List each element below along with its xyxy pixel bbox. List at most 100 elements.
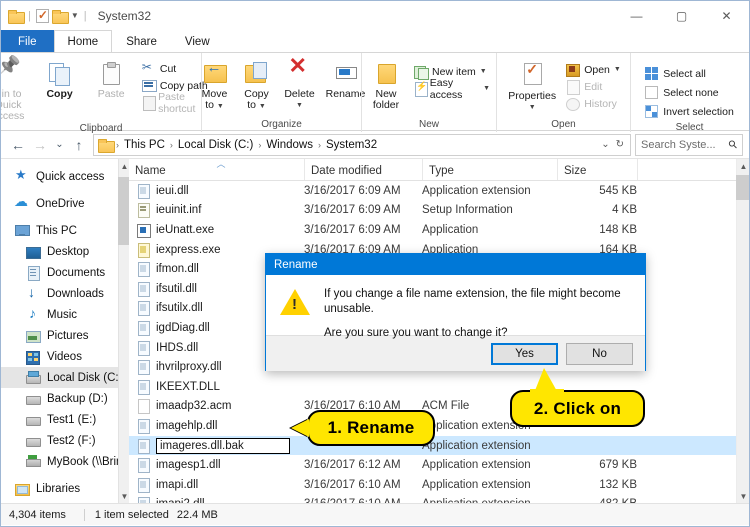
list-scroll-down-icon[interactable]: ▼ [737, 489, 749, 503]
recent-locations-button[interactable]: ⌄ [51, 134, 68, 156]
pin-to-quick-access-button[interactable]: Pin to Quick access [0, 59, 33, 122]
copy-to-button[interactable]: Copy to ▼ [237, 59, 277, 112]
open-caret-icon[interactable]: ▼ [614, 66, 621, 73]
breadcrumb-windows[interactable]: Windows [264, 139, 315, 151]
tab-home[interactable]: Home [54, 30, 113, 52]
easy-access-button[interactable]: Easy access ▼ [412, 80, 492, 97]
list-scroll-thumb[interactable] [736, 175, 749, 200]
open-button[interactable]: Open ▼ [564, 61, 623, 78]
table-row[interactable]: IKEEXT.DLL [129, 377, 749, 397]
list-scroll-up-icon[interactable]: ▲ [737, 159, 749, 173]
select-none-button[interactable]: Select none [643, 83, 736, 102]
properties-button[interactable]: Properties ▼ [504, 59, 560, 113]
column-header-date-modified[interactable]: Date modified [304, 159, 422, 180]
file-name: ifmon.dll [156, 263, 199, 275]
nav-scroll-up-icon[interactable]: ▲ [119, 159, 129, 173]
qat-divider: | [26, 10, 33, 22]
new-folder-icon[interactable] [52, 10, 67, 22]
sidebar-item-mybook-network[interactable]: MyBook (\\Brink [1, 451, 129, 472]
delete-label: Delete [284, 89, 314, 100]
column-header-size[interactable]: Size [557, 159, 637, 180]
table-row[interactable]: ieui.dll 3/16/2017 6:09 AM Application e… [129, 181, 749, 201]
sidebar-item-desktop[interactable]: Desktop [1, 241, 129, 262]
sidebar-item-this-pc[interactable]: This PC [1, 220, 129, 241]
breadcrumb-local-disk[interactable]: Local Disk (C:) [176, 139, 255, 151]
list-scrollbar[interactable]: ▲ ▼ [736, 159, 749, 503]
copy-button[interactable]: Copy [35, 59, 85, 100]
up-button[interactable]: ↑ [68, 134, 90, 156]
callout-tail-left-icon [291, 419, 309, 437]
tab-view[interactable]: View [171, 30, 224, 52]
table-row[interactable]: imagesp1.dll 3/16/2017 6:12 AM Applicati… [129, 455, 749, 475]
address-path-box[interactable]: › This PC › Local Disk (C:) › Windows › … [93, 134, 631, 156]
sidebar-item-music[interactable]: Music [1, 304, 129, 325]
invert-selection-button[interactable]: Invert selection [643, 102, 736, 121]
search-input[interactable]: Search Syste... ⚲ [635, 134, 743, 156]
file-name-cell: imaadp32.acm [129, 399, 304, 413]
table-row[interactable]: ieUnatt.exe 3/16/2017 6:09 AM Applicatio… [129, 220, 749, 240]
move-to-button[interactable]: Move to ▼ [195, 59, 235, 112]
sidebar-item-local-disk-c[interactable]: Local Disk (C:) [1, 367, 129, 388]
sidebar-item-test1-e[interactable]: Test1 (E:) [1, 409, 129, 430]
back-button[interactable]: ← [7, 134, 29, 156]
yes-button[interactable]: Yes [491, 343, 558, 365]
table-row-selected[interactable]: imageres.dll.bak Application extension [129, 436, 749, 456]
nav-scroll-down-icon[interactable]: ▼ [119, 489, 129, 503]
address-dropdown-icon[interactable]: ⌄ [601, 139, 609, 150]
table-row[interactable]: imapi.dll 3/16/2017 6:10 AM Application … [129, 475, 749, 495]
sidebar-label: Quick access [36, 171, 104, 183]
column-header-type[interactable]: Type [422, 159, 557, 180]
sidebar-item-quick-access[interactable]: Quick access [1, 166, 129, 187]
properties-icon[interactable] [36, 9, 49, 23]
nav-scroll-thumb[interactable] [118, 177, 129, 245]
nav-scrollbar[interactable]: ▲ ▼ [118, 159, 129, 503]
tab-file[interactable]: File [1, 30, 54, 52]
sidebar-item-backup-d[interactable]: Backup (D:) [1, 388, 129, 409]
sidebar-label: Videos [47, 351, 82, 363]
select-none-icon [645, 86, 659, 100]
tab-share[interactable]: Share [112, 30, 171, 52]
paste-button[interactable]: Paste [86, 59, 136, 100]
delete-caret-icon[interactable]: ▼ [296, 100, 303, 111]
breadcrumb-system32[interactable]: System32 [324, 139, 379, 151]
table-row[interactable]: imagehlp.dll 3/16/2017 6:11 AM Applicati… [129, 416, 749, 436]
callout-click-label: 2. Click on [534, 399, 621, 419]
select-all-button[interactable]: Select all [643, 64, 736, 83]
customize-qat-caret-icon[interactable]: ▼ [71, 11, 79, 20]
dll-file-icon [137, 458, 150, 472]
easy-access-caret-icon[interactable]: ▼ [483, 85, 490, 92]
file-name: imagesp1.dll [156, 459, 221, 471]
new-item-caret-icon[interactable]: ▼ [480, 68, 487, 75]
sidebar-item-libraries[interactable]: Libraries [1, 478, 129, 499]
rename-input[interactable]: imageres.dll.bak [156, 438, 290, 454]
properties-caret-icon[interactable]: ▼ [529, 102, 536, 113]
refresh-icon[interactable]: ↻ [616, 139, 624, 150]
desktop-icon [26, 245, 40, 259]
column-header-name[interactable]: ︿ Name [129, 159, 304, 180]
minimize-button[interactable]: — [614, 1, 659, 30]
close-button[interactable]: ✕ [704, 1, 749, 30]
sidebar-item-downloads[interactable]: Downloads [1, 283, 129, 304]
forward-button[interactable]: → [29, 134, 51, 156]
maximize-button[interactable]: ▢ [659, 1, 704, 30]
dialog-message-line2: Are you sure you want to change it? [324, 326, 631, 341]
table-row[interactable]: imaadp32.acm 3/16/2017 6:10 AM ACM File [129, 397, 749, 417]
sidebar-item-documents[interactable]: Documents [1, 262, 129, 283]
column-label: Type [429, 165, 454, 177]
edit-button[interactable]: Edit [564, 78, 623, 95]
breadcrumb-this-pc[interactable]: This PC [122, 139, 167, 151]
file-name-cell: imageres.dll.bak [129, 438, 304, 454]
sidebar-label: MyBook (\\Brink [47, 456, 128, 468]
delete-button[interactable]: Delete ▼ [279, 59, 321, 111]
history-button[interactable]: History [564, 95, 623, 112]
new-folder-button[interactable]: New folder [366, 59, 406, 111]
file-name: iexpress.exe [156, 244, 221, 256]
sidebar-item-onedrive[interactable]: OneDrive [1, 193, 129, 214]
sidebar-item-test2-f[interactable]: Test2 (F:) [1, 430, 129, 451]
sidebar-item-videos[interactable]: Videos [1, 346, 129, 367]
no-button[interactable]: No [566, 343, 633, 365]
table-row[interactable]: ieuinit.inf 3/16/2017 6:09 AM Setup Info… [129, 201, 749, 221]
file-name: igdDiag.dll [156, 322, 210, 334]
sidebar-item-pictures[interactable]: Pictures [1, 325, 129, 346]
table-row[interactable]: imapi2.dll 3/16/2017 6:10 AM Application… [129, 495, 749, 504]
